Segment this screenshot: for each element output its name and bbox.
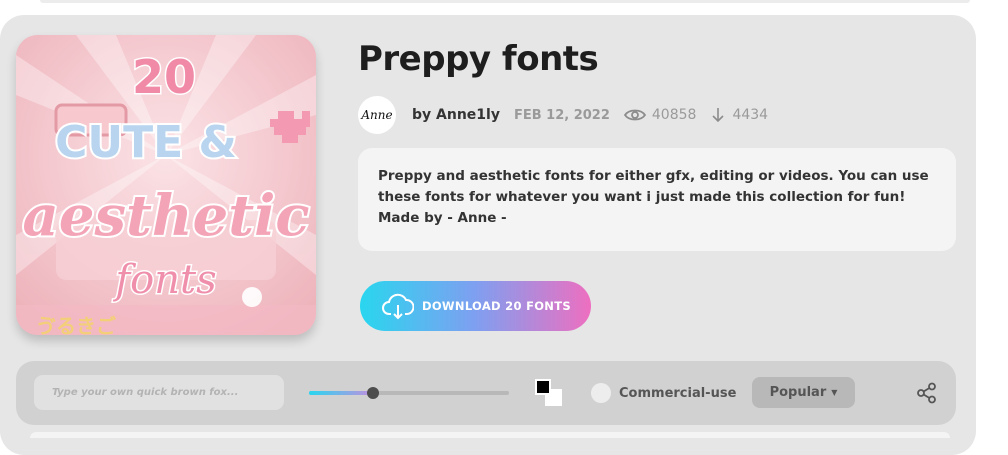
download-count-value: 4434 [732,107,769,123]
chevron-down-icon: ▼ [831,388,838,397]
color-picker[interactable] [535,377,565,407]
cloud-download-icon [382,293,414,320]
sort-dropdown[interactable]: Popular ▼ [752,377,855,408]
download-button-label: DOWNLOAD 20 FONTS [422,299,571,313]
next-section-edge [30,432,950,438]
cover-line1: CUTE & [55,117,237,168]
meta-row: Anne by Anne1ly FEB 12, 2022 40858 4434 [358,96,768,134]
arrow-down-icon [712,108,725,123]
download-count: 4434 [710,107,768,123]
commercial-use-toggle[interactable]: Commercial-use [591,383,736,403]
author-link[interactable]: by Anne1ly [412,107,500,123]
avatar-text: Anne [361,108,393,122]
eye-icon [623,109,646,121]
cover-image[interactable]: 20 CUTE & aesthetic fonts ゔるきご [16,35,316,335]
view-count: 40858 [623,107,697,123]
font-size-slider[interactable] [309,387,509,399]
cover-line3: fonts [112,257,216,303]
slider-fill [309,391,373,395]
svg-text:ゔるきご: ゔるきご [36,314,116,335]
cover-artwork: 20 CUTE & aesthetic fonts ゔるきご [16,35,316,335]
download-button[interactable]: DOWNLOAD 20 FONTS [360,281,591,331]
cover-line2: aesthetic [23,183,310,249]
cover-number: 20 [132,50,196,104]
sort-dropdown-label: Popular [769,385,827,400]
publish-date: FEB 12, 2022 [513,107,610,123]
avatar[interactable]: Anne [358,96,396,134]
preview-text-input[interactable] [34,375,284,410]
view-count-value: 40858 [651,107,697,123]
previous-card-edge [40,0,970,3]
page-title: Preppy fonts [358,39,599,79]
text-color-swatch[interactable] [535,379,551,395]
commercial-use-label: Commercial-use [619,385,737,401]
preview-toolbar: Commercial-use Popular ▼ [16,361,956,425]
share-button[interactable] [916,382,938,408]
description: Preppy and aesthetic fonts for either gf… [358,148,956,251]
slider-handle[interactable] [367,387,379,399]
commercial-use-radio[interactable] [591,383,611,403]
share-icon [917,382,936,404]
font-pack-card: 20 CUTE & aesthetic fonts ゔるきご Preppy fo… [0,15,976,455]
